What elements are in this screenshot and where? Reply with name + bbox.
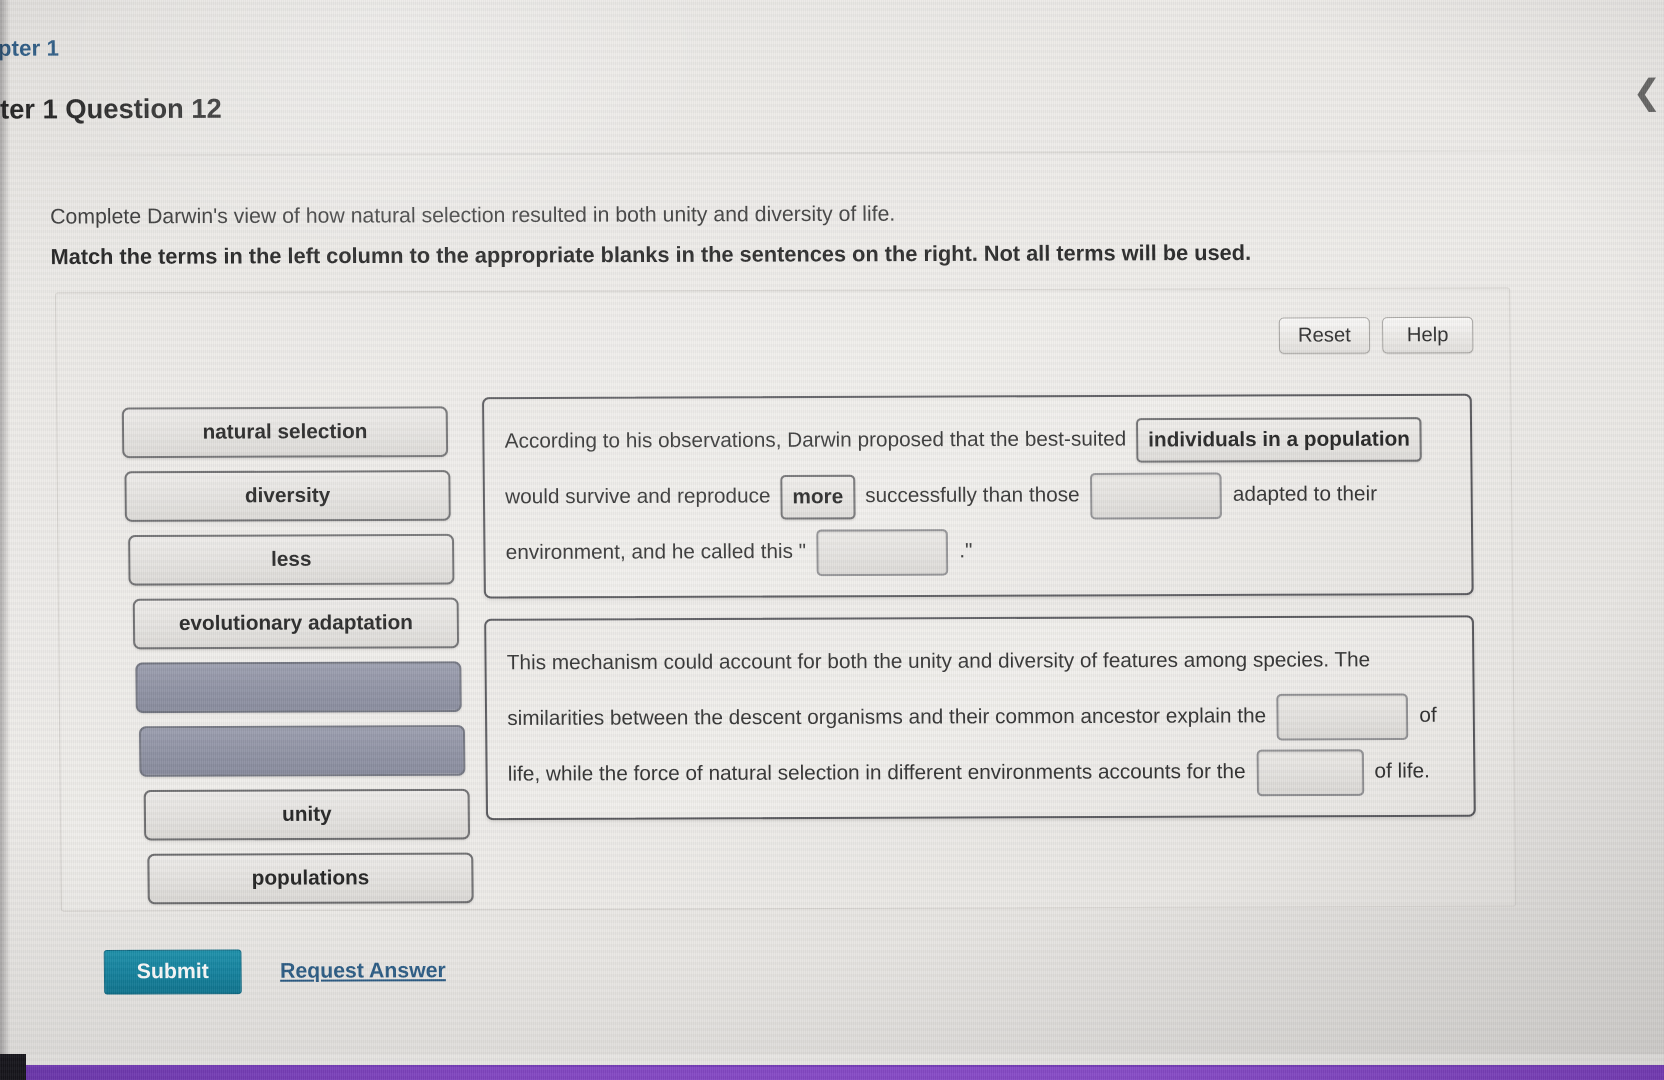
sentence-card-1: According to his observations, Darwin pr… (481, 393, 1474, 599)
page-title: apter 1 Question 12 (0, 93, 222, 125)
sentence-line: environment, and he called this " ." (505, 521, 1451, 580)
text-fragment: According to his observations, Darwin pr… (504, 427, 1127, 453)
term-tile-used[interactable] (139, 725, 466, 777)
term-tile[interactable]: unity (143, 788, 471, 841)
prompt-line-2: Match the terms in the left column to th… (50, 240, 1252, 270)
sentence-line: life, while the force of natural selecti… (508, 743, 1454, 802)
chevron-left-icon[interactable]: ❮ (1630, 70, 1664, 115)
header-divider (0, 149, 1664, 158)
help-button[interactable]: Help (1381, 316, 1474, 354)
bottom-accent-rail (0, 1067, 1664, 1080)
text-fragment: This mechanism could account for both th… (506, 648, 1371, 675)
text-fragment: of life. (1374, 759, 1430, 783)
term-tile[interactable]: populations (147, 852, 474, 905)
answer-blank[interactable] (1276, 693, 1409, 741)
term-tile[interactable]: evolutionary adaptation (132, 597, 460, 650)
text-fragment: would survive and reproduce (505, 484, 771, 509)
sentence-card-2: This mechanism could account for both th… (484, 615, 1476, 821)
bottom-accent-bar (0, 1054, 1664, 1080)
prompt-line-1: Complete Darwin's view of how natural se… (50, 202, 896, 229)
text-fragment: adapted to their (1232, 482, 1378, 506)
answer-blank[interactable] (816, 528, 949, 576)
sentence-cards: According to his observations, Darwin pr… (481, 393, 1476, 841)
footer-actions: Submit Request Answer (103, 949, 446, 995)
text-fragment: environment, and he called this " (505, 539, 807, 565)
term-tile[interactable]: diversity (124, 470, 451, 522)
sentence-line: similarities between the descent organis… (507, 687, 1453, 746)
screen-photo: hapter 1 apter 1 Question 12 ❮ Complete … (0, 0, 1664, 1080)
answer-chip-filled[interactable]: individuals in a population (1135, 416, 1423, 463)
assignment-page: hapter 1 apter 1 Question 12 ❮ Complete … (0, 0, 1664, 1080)
activity-panel: Reset Help natural selection diversity l… (54, 287, 1517, 912)
sentence-line: This mechanism could account for both th… (507, 632, 1453, 691)
text-fragment: of (1419, 703, 1437, 727)
term-tile[interactable]: less (128, 533, 455, 586)
reset-button[interactable]: Reset (1278, 317, 1371, 354)
term-tile[interactable]: natural selection (121, 406, 449, 459)
text-fragment: ." (959, 539, 973, 563)
sentence-line: would survive and reproduce more success… (505, 466, 1451, 525)
request-answer-link[interactable]: Request Answer (280, 959, 446, 984)
submit-button[interactable]: Submit (103, 949, 242, 995)
answer-chip-filled[interactable]: more (780, 474, 856, 520)
left-edge-shadow (0, 0, 10, 1080)
term-bank: natural selection diversity less evoluti… (116, 406, 474, 917)
text-fragment: life, while the force of natural selecti… (507, 759, 1246, 786)
activity-toolbar: Reset Help (1278, 316, 1474, 354)
sentence-line: According to his observations, Darwin pr… (504, 410, 1450, 469)
answer-blank[interactable] (1090, 472, 1223, 520)
text-fragment: successfully than those (865, 483, 1080, 508)
answer-blank[interactable] (1256, 748, 1364, 796)
term-tile-used[interactable] (135, 661, 462, 714)
text-fragment: similarities between the descent organis… (507, 704, 1267, 731)
